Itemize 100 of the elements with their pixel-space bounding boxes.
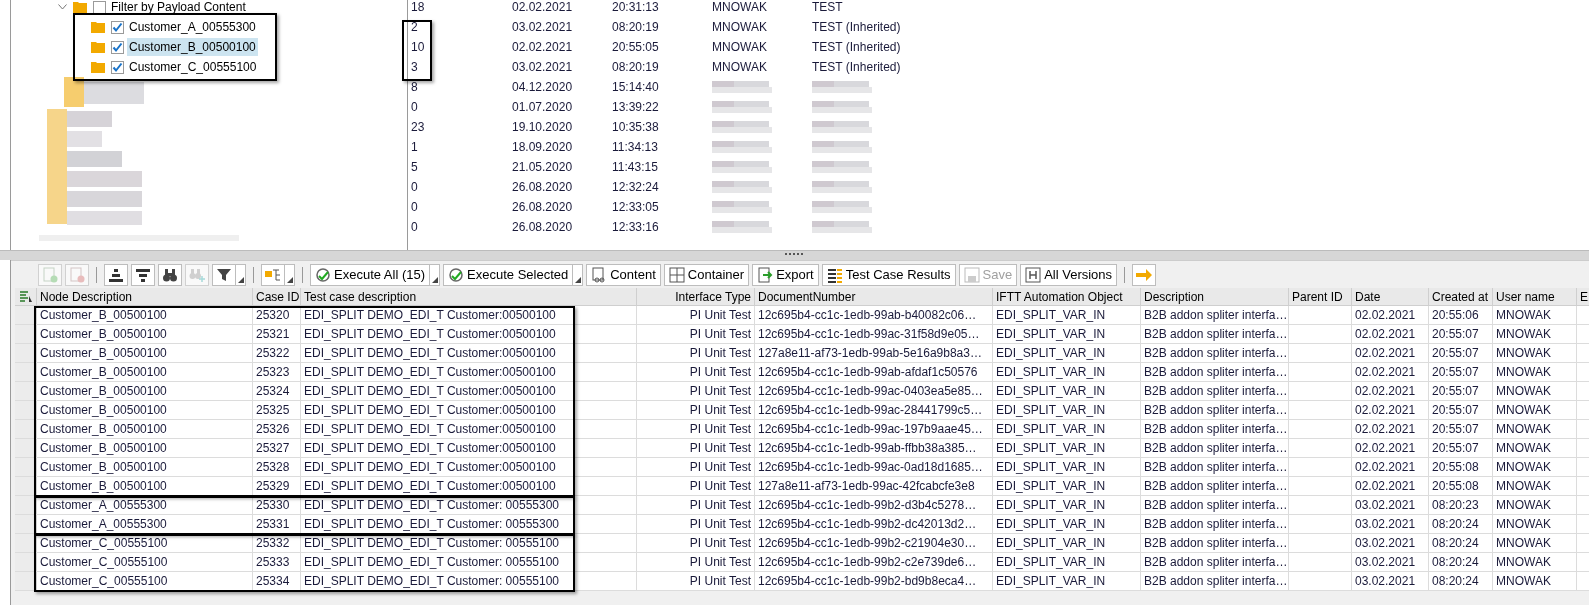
table-cell: 20:55:07 <box>1429 382 1493 400</box>
table-cell: 20:55:08 <box>1429 477 1493 495</box>
type-cell-text: TEST (Inherited) <box>812 59 902 76</box>
table-cell: Customer_B_00500100 <box>37 439 253 457</box>
table-cell: B2B addon spliter interfa… <box>1141 382 1289 400</box>
table-cell: 25333 <box>253 553 301 571</box>
tree-item[interactable]: Customer_A_00555300 <box>127 18 258 36</box>
toolbar-button[interactable]: Content <box>586 263 661 286</box>
table-cell: PI Unit Test <box>637 553 755 571</box>
column-header[interactable]: Node Description <box>37 288 253 306</box>
table-cell: 25332 <box>253 534 301 552</box>
table-cell: 02.02.2021 <box>1352 325 1429 343</box>
date-cell-text: 03.02.2021 <box>512 59 574 76</box>
table-cell: 12c695b4-cc1c-1edb-99b2-d3b4c5278… <box>755 496 993 514</box>
table-cell: 25329 <box>253 477 301 495</box>
date-cell-text: 21.05.2020 <box>512 159 574 176</box>
column-header[interactable]: Created at <box>1429 288 1493 306</box>
table-cell: EDI_SPLIT DEMO_EDI_T Customer:00500100 <box>301 382 637 400</box>
table-cell: 25328 <box>253 458 301 476</box>
table-cell: 02.02.2021 <box>1352 458 1429 476</box>
table-cell: Customer_B_00500100 <box>37 363 253 381</box>
column-header[interactable]: DocumentNumber <box>755 288 993 306</box>
table-cell: EDI_SPLIT DEMO_EDI_T Customer: 00555100 <box>301 534 637 552</box>
toolbar-button[interactable]: Export <box>752 263 819 286</box>
table-cell: 20:55:07 <box>1429 420 1493 438</box>
table-cell: B2B addon spliter interfa… <box>1141 439 1289 457</box>
column-header[interactable]: IFTT Automation Object <box>993 288 1141 306</box>
table-cell: MNOWAK <box>1493 325 1577 343</box>
table-cell: 03.02.2021 <box>1352 496 1429 514</box>
table-cell: 25322 <box>253 344 301 362</box>
table-cell: MNOWAK <box>1493 458 1577 476</box>
table-cell: 12c695b4-cc1c-1edb-99ab-afdaf1c50576 <box>755 363 993 381</box>
table-cell: B2B addon spliter interfa… <box>1141 344 1289 362</box>
table-cell: EDI_SPLIT DEMO_EDI_T Customer: 00555100 <box>301 572 637 590</box>
table-cell: B2B addon spliter interfa… <box>1141 363 1289 381</box>
table-cell: EDI_SPLIT DEMO_EDI_T Customer:00500100 <box>301 439 637 457</box>
column-header[interactable]: E <box>1577 288 1589 306</box>
toolbar-button[interactable]: Container <box>663 263 750 286</box>
table-cell: EDI_SPLIT DEMO_EDI_T Customer:00500100 <box>301 363 637 381</box>
table-cell: 12c695b4-cc1c-1edb-99ac-197b9aae45… <box>755 420 993 438</box>
table-cell: EDI_SPLIT DEMO_EDI_T Customer:00500100 <box>301 325 637 343</box>
table-cell: EDI_SPLIT_VAR_IN <box>993 572 1141 590</box>
table-cell: B2B addon spliter interfa… <box>1141 515 1289 533</box>
table-cell: 12c695b4-cc1c-1edb-99ab-b40082c06… <box>755 306 993 324</box>
table-cell: B2B addon spliter interfa… <box>1141 401 1289 419</box>
table-cell: PI Unit Test <box>637 401 755 419</box>
table-cell: MNOWAK <box>1493 382 1577 400</box>
table-cell: 25330 <box>253 496 301 514</box>
time-cell-text: 12:32:24 <box>612 179 660 196</box>
count-cell-text: 0 <box>411 199 419 216</box>
column-header[interactable]: Date <box>1352 288 1429 306</box>
table-cell: Customer_A_00555300 <box>37 515 253 533</box>
column-header[interactable]: Description <box>1141 288 1289 306</box>
table-cell: MNOWAK <box>1493 344 1577 362</box>
table-cell: EDI_SPLIT DEMO_EDI_T Customer:00500100 <box>301 306 637 324</box>
table-cell: Customer_B_00500100 <box>37 382 253 400</box>
table-cell: B2B addon spliter interfa… <box>1141 496 1289 514</box>
table-cell: EDI_SPLIT_VAR_IN <box>993 420 1141 438</box>
table-cell: PI Unit Test <box>637 496 755 514</box>
count-cell-text: 10 <box>411 39 426 56</box>
column-header[interactable]: Test case description <box>301 288 637 306</box>
table-cell: Customer_C_00555100 <box>37 534 253 552</box>
table-cell: 127a8e11-af73-1edb-99ab-5e16a9b8a3… <box>755 344 993 362</box>
table-cell: EDI_SPLIT_VAR_IN <box>993 534 1141 552</box>
type-cell-text: TEST <box>812 0 844 16</box>
user-cell-text: MNOWAK <box>712 0 768 16</box>
table-cell: EDI_SPLIT_VAR_IN <box>993 496 1141 514</box>
table-cell: 25320 <box>253 306 301 324</box>
table-cell: 127a8e11-af73-1edb-99ac-42fcabcfe3e8 <box>755 477 993 495</box>
date-cell-text: 03.02.2021 <box>512 19 574 36</box>
toolbar-button[interactable]: Test Case Results <box>821 263 956 286</box>
date-cell-text: 02.02.2021 <box>512 0 574 16</box>
table-cell: 25331 <box>253 515 301 533</box>
column-header[interactable]: User name <box>1493 288 1577 306</box>
date-cell-text: 02.02.2021 <box>512 39 574 56</box>
toolbar-button[interactable]: Execute Selected <box>443 263 574 286</box>
table-cell: EDI_SPLIT_VAR_IN <box>993 344 1141 362</box>
table-cell: 02.02.2021 <box>1352 439 1429 457</box>
toolbar-button[interactable]: All Versions <box>1020 263 1118 286</box>
toolbar-button[interactable]: Execute All (15) <box>310 263 431 286</box>
tree-item[interactable]: Customer_C_00555100 <box>127 58 259 76</box>
table-cell: Customer_C_00555100 <box>37 553 253 571</box>
time-cell-text: 08:20:19 <box>612 59 660 76</box>
table-cell: 08:20:24 <box>1429 553 1493 571</box>
column-header[interactable]: Interface Type <box>637 288 755 306</box>
tree-item[interactable]: Customer_B_00500100 <box>127 38 258 56</box>
table-cell: B2B addon spliter interfa… <box>1141 420 1289 438</box>
time-cell-text: 12:33:16 <box>612 219 660 236</box>
column-header[interactable]: Parent ID <box>1289 288 1352 306</box>
table-cell: EDI_SPLIT_VAR_IN <box>993 515 1141 533</box>
table-cell: EDI_SPLIT DEMO_EDI_T Customer:00500100 <box>301 458 637 476</box>
table-cell: 25325 <box>253 401 301 419</box>
table-cell: MNOWAK <box>1493 439 1577 457</box>
date-cell-text: 18.09.2020 <box>512 139 574 156</box>
table-cell: EDI_SPLIT_VAR_IN <box>993 382 1141 400</box>
count-cell-text: 8 <box>411 79 419 96</box>
table-cell: 25327 <box>253 439 301 457</box>
table-cell: EDI_SPLIT_VAR_IN <box>993 306 1141 324</box>
column-header[interactable]: Case ID <box>253 288 301 306</box>
table-cell: PI Unit Test <box>637 477 755 495</box>
